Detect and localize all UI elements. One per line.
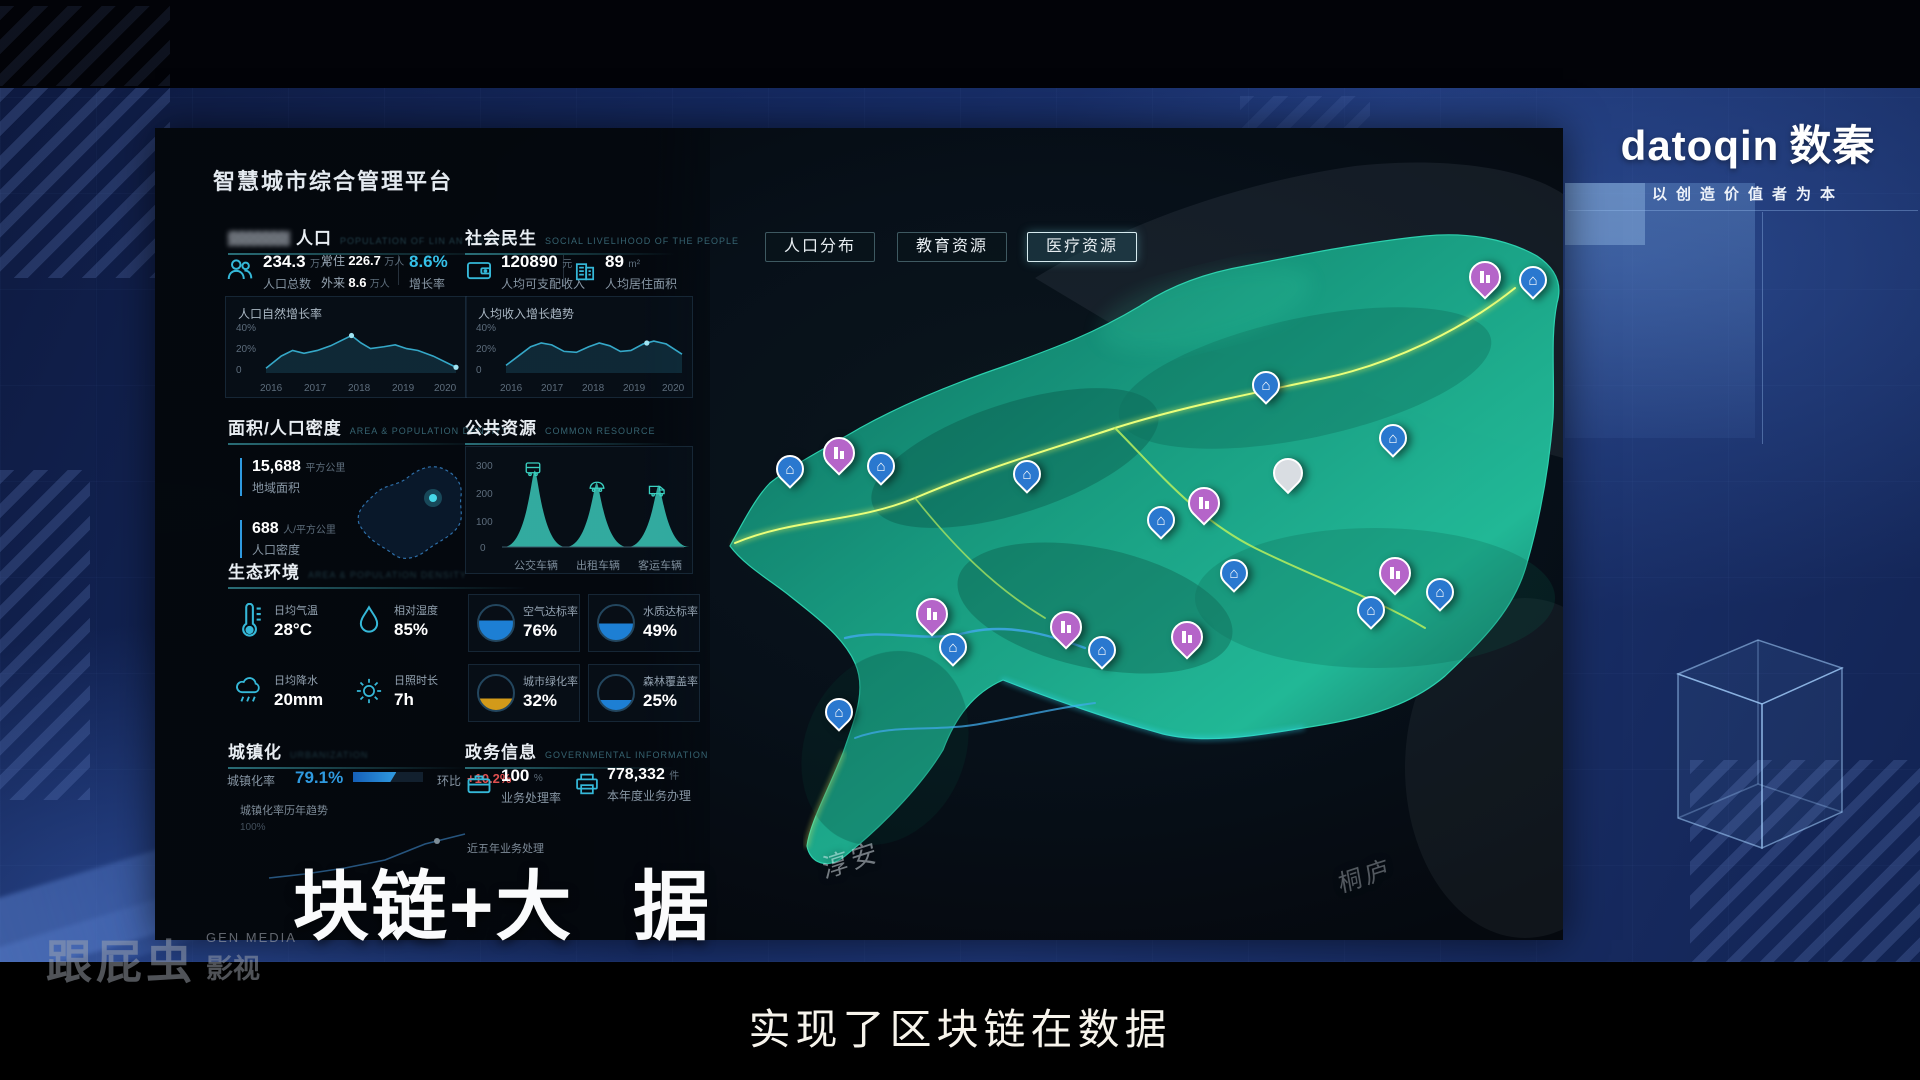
divider	[563, 255, 564, 285]
video-subtitle: 实现了区块链在数据	[0, 996, 1920, 1057]
map-clinic-house-pin[interactable]: ⌂	[1379, 424, 1407, 452]
map-clinic-house-pin[interactable]: ⌂	[1252, 371, 1280, 399]
stat-housing: 89 m² 人均居住面积	[605, 252, 677, 292]
divider	[398, 255, 399, 285]
background-scene: datoqin数秦 以创造价值者为本	[0, 88, 1920, 962]
van-icon	[648, 483, 667, 497]
car-icon	[588, 479, 606, 493]
eco-card-water-quality: 水质达标率49%	[588, 594, 700, 652]
brand-logo: datoqin数秦 以创造价值者为本	[1598, 112, 1898, 204]
headline-text: 块链+大 据	[0, 845, 1920, 935]
map-clinic-house-pin[interactable]: ⌂	[1013, 460, 1041, 488]
gauge-icon	[597, 604, 635, 642]
sun-icon	[354, 673, 384, 709]
map-hospital-building-pin[interactable]	[823, 437, 855, 469]
stat-population-total: 234.3 万人 人口总数	[263, 252, 330, 292]
stripe-decor	[0, 470, 90, 800]
urbanization-rate-label: 城镇化率	[227, 772, 275, 789]
watermark-en: GEN MEDIA	[206, 930, 297, 945]
dashboard-panel: 智慧城市综合管理平台 人口POPULATION OF LIN AN DISTRI…	[155, 128, 710, 940]
watermark-suffix: 影视	[206, 947, 297, 986]
headline-part2: 据	[633, 845, 711, 955]
thermometer-icon	[234, 603, 264, 639]
watermark: 跟屁虫 GEN MEDIA 影视	[46, 926, 297, 992]
headline-part1: 块链+大	[293, 845, 573, 955]
stat-population-growth: 8.6% 增长率	[409, 252, 448, 292]
stat-processing-rate: 100 % 业务处理率	[501, 766, 561, 806]
mom-label: 环比	[437, 772, 461, 789]
map-clinic-house-pin[interactable]: ⌂	[825, 698, 853, 726]
public-resource-chart: 300 200 100 0 公交车辆 出租车辆 客运车辆	[465, 446, 693, 574]
map-plain-pin[interactable]	[1273, 458, 1303, 488]
stat-population-resident: 常住 226.7 万人 外来 8.6 万人	[321, 252, 404, 291]
district-outline-map	[345, 446, 475, 576]
stat-density: 688 人/平方公里 人口密度	[240, 520, 336, 558]
map-clinic-house-pin[interactable]: ⌂	[1088, 636, 1116, 664]
eco-card-air-quality: 空气达标率76%	[468, 594, 580, 652]
map-clinic-house-pin[interactable]: ⌂	[1426, 578, 1454, 606]
section-urbanization-header: 城镇化URBANIZATION	[228, 738, 468, 769]
display-screen: 淳安 桐庐 人口分布 教育资源 医疗资源 ⌂⌂⌂⌂⌂⌂⌂⌂⌂⌂⌂⌂⌂ 智慧城市综…	[155, 128, 1563, 940]
eco-card-forest-coverage: 森林覆盖率25%	[588, 664, 700, 722]
map-hospital-building-pin[interactable]	[916, 598, 948, 630]
dashboard-title: 智慧城市综合管理平台	[213, 164, 453, 196]
section-government-header: 政务信息GOVERNMENTAL INFORMATION	[465, 738, 708, 769]
briefcase-icon	[465, 770, 493, 798]
map-hospital-building-pin[interactable]	[1171, 621, 1203, 653]
top-letterbox-bar	[0, 0, 1920, 88]
printer-icon	[573, 770, 601, 798]
people-icon	[225, 254, 255, 284]
stage: datoqin数秦 以创造价值者为本	[0, 0, 1920, 1080]
eco-card-green-coverage: 城市绿化率32%	[468, 664, 580, 722]
map-clinic-house-pin[interactable]: ⌂	[1220, 559, 1248, 587]
urbanization-trend-ytick: 100%	[240, 822, 266, 833]
glass-panel-decor	[1565, 183, 1755, 438]
blurred-district-name	[228, 231, 290, 246]
urbanization-rate-value: 79.1%	[295, 768, 343, 788]
droplet-icon	[354, 603, 384, 639]
wallet-icon	[465, 256, 493, 284]
stat-land-area: 15,688 平方公里 地域面积	[240, 458, 345, 496]
gauge-icon	[597, 674, 635, 712]
map-hospital-building-pin[interactable]	[1379, 557, 1411, 589]
urbanization-trend-label: 城镇化率历年趋势	[240, 802, 328, 818]
eco-card-humidity: 相对湿度85%	[348, 594, 460, 652]
income-trend-chart: 人均收入增长趋势 40% 20% 0 2016 2017 2018 2019 2…	[465, 296, 693, 398]
map-clinic-house-pin[interactable]: ⌂	[939, 633, 967, 661]
watermark-cn: 跟屁虫	[46, 926, 196, 992]
map-hospital-building-pin[interactable]	[1050, 611, 1082, 643]
rain-cloud-icon	[234, 673, 264, 709]
eco-card-temperature: 日均气温28°C	[228, 594, 340, 652]
map-clinic-house-pin[interactable]: ⌂	[867, 452, 895, 480]
stat-annual-business: 778,332 件 本年度业务办理	[607, 766, 691, 804]
map-hospital-building-pin[interactable]	[1188, 487, 1220, 519]
section-livelihood-header: 社会民生SOCIAL LIVELIHOOD OF THE PEOPLE	[465, 224, 739, 255]
gauge-icon	[477, 604, 515, 642]
brand-wordmark: datoqin	[1621, 122, 1780, 169]
map-clinic-house-pin[interactable]: ⌂	[1357, 596, 1385, 624]
section-ecology-header: 生态环境AREA & POPULATION DENSITY	[228, 558, 528, 589]
map-clinic-house-pin[interactable]: ⌂	[1519, 266, 1547, 294]
urbanization-progress-bar	[353, 772, 423, 782]
eco-card-rainfall: 日均降水20mm	[228, 664, 340, 722]
stripe-decor	[0, 88, 170, 278]
gauge-icon	[477, 674, 515, 712]
eco-card-sunshine: 日照时长7h	[348, 664, 460, 722]
population-growth-chart: 人口自然增长率 40% 20% 0 2016 2017 2018 2019 20…	[225, 296, 467, 398]
brand-tagline: 以创造价值者为本	[1598, 183, 1898, 204]
map-hospital-building-pin[interactable]	[1469, 261, 1501, 293]
divider-line	[1762, 212, 1763, 444]
brand-name-cn: 数秦	[1789, 122, 1875, 169]
map-clinic-house-pin[interactable]: ⌂	[776, 455, 804, 483]
bus-icon	[524, 461, 542, 477]
divider-line	[1568, 210, 1918, 211]
section-public-resource-header: 公共资源COMMON RESOURCE	[465, 414, 675, 445]
building-icon	[571, 256, 599, 284]
map-clinic-house-pin[interactable]: ⌂	[1147, 506, 1175, 534]
